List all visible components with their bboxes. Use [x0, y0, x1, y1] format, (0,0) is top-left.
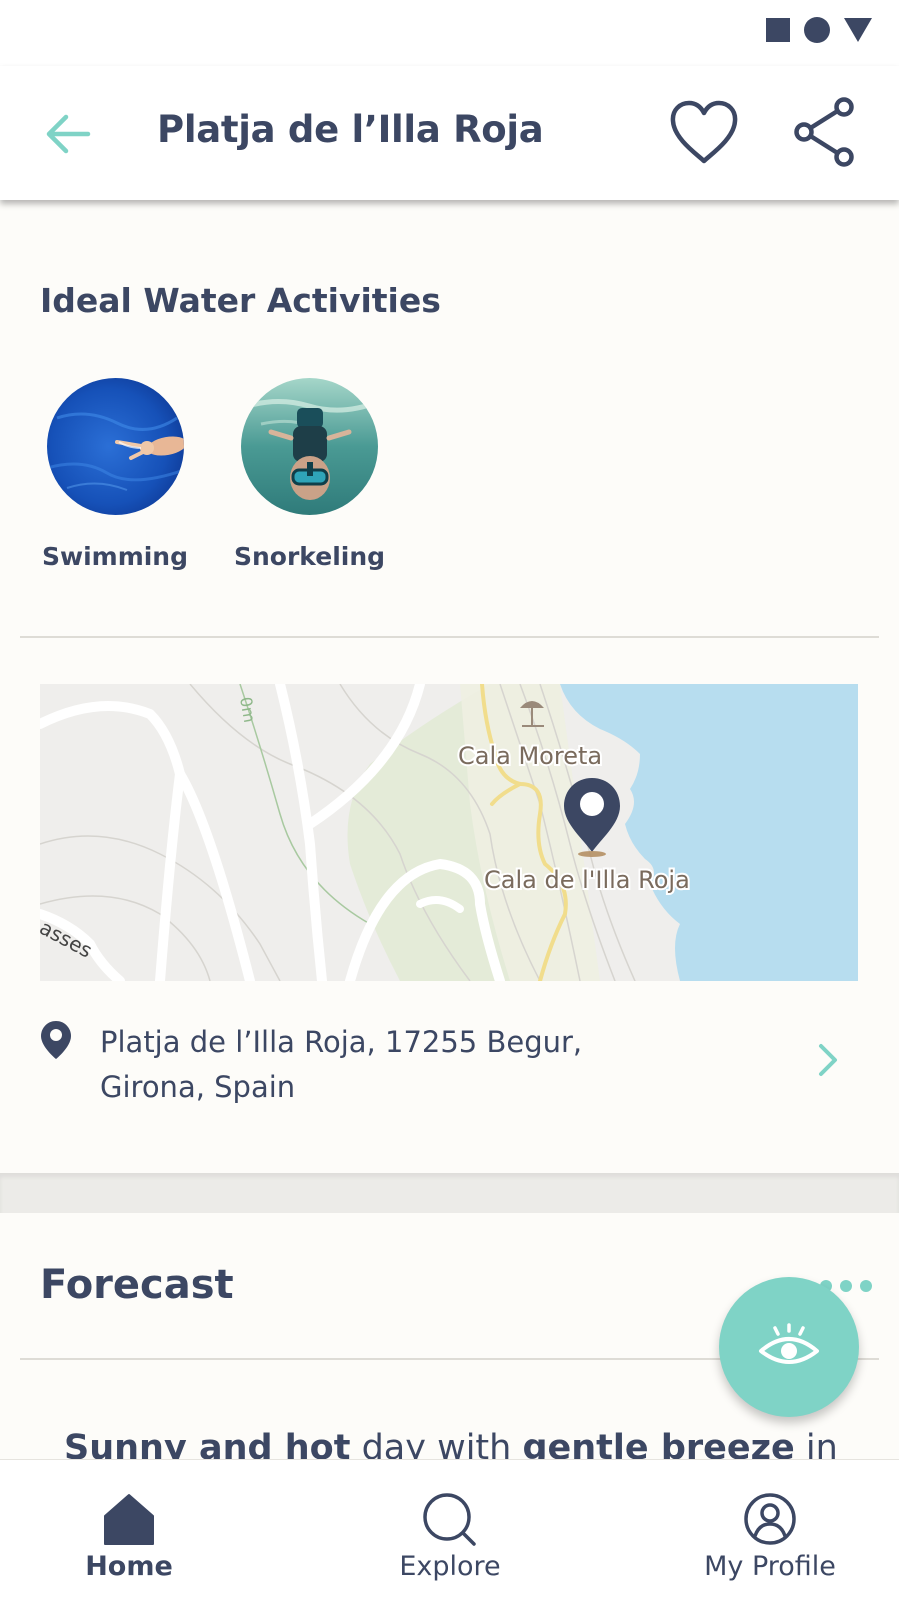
activity-label-swimming: Swimming: [41, 542, 189, 571]
circle-status-icon: [804, 17, 830, 43]
address-line-2: Girona, Spain: [100, 1070, 296, 1104]
back-button[interactable]: [40, 106, 96, 162]
location-pin-icon: [41, 1021, 71, 1059]
map-label-cala-illa-roja: Cala de l'Illa Roja: [484, 866, 690, 894]
map-label-cala-moreta: Cala Moreta: [458, 742, 602, 770]
share-button[interactable]: [792, 96, 860, 168]
address-row[interactable]: Platja de l’Illa Roja, 17255 Begur, Giro…: [40, 1014, 858, 1114]
section-separator: [0, 1173, 899, 1213]
home-icon: [104, 1494, 154, 1545]
forecast-title: Forecast: [40, 1262, 234, 1308]
activity-swimming[interactable]: Swimming: [40, 378, 190, 571]
nav-label-home: Home: [85, 1551, 173, 1582]
activity-label-snorkeling: Snorkeling: [234, 542, 386, 571]
favorite-button[interactable]: [668, 99, 740, 167]
square-status-icon: [766, 18, 790, 42]
location-map[interactable]: 0m Cala Moreta Cala de l'Illa Roja asses: [40, 684, 858, 981]
swimming-image: [46, 378, 184, 515]
bottom-nav: Home Explore My Profile: [0, 1459, 899, 1599]
app-header: Platja de l’Illa Roja: [0, 66, 899, 200]
share-icon: [794, 97, 854, 167]
search-icon: [423, 1493, 476, 1546]
chevron-right-icon: [819, 1044, 837, 1076]
nav-profile[interactable]: My Profile: [670, 1460, 870, 1599]
nav-label-explore: Explore: [399, 1551, 501, 1582]
heart-icon: [670, 100, 738, 164]
activity-snorkeling[interactable]: Snorkeling: [234, 378, 385, 571]
eye-fab-button[interactable]: [719, 1277, 859, 1417]
snorkeling-image: [240, 378, 378, 515]
section-divider: [20, 636, 879, 638]
page-title: Platja de l’Illa Roja: [157, 108, 544, 151]
activities-title: Ideal Water Activities: [40, 281, 441, 320]
status-bar: [0, 0, 899, 66]
address-line-1: Platja de l’Illa Roja, 17255 Begur,: [100, 1025, 583, 1059]
address-text: Platja de l’Illa Roja, 17255 Begur, Giro…: [100, 1020, 660, 1110]
nav-label-profile: My Profile: [704, 1551, 836, 1582]
arrow-left-icon: [46, 114, 91, 154]
user-icon: [744, 1493, 796, 1545]
eye-icon: [759, 1323, 819, 1364]
nav-home[interactable]: Home: [29, 1460, 229, 1599]
triangle-status-icon: [844, 18, 872, 42]
status-icons: [765, 16, 873, 44]
nav-explore[interactable]: Explore: [350, 1460, 550, 1599]
